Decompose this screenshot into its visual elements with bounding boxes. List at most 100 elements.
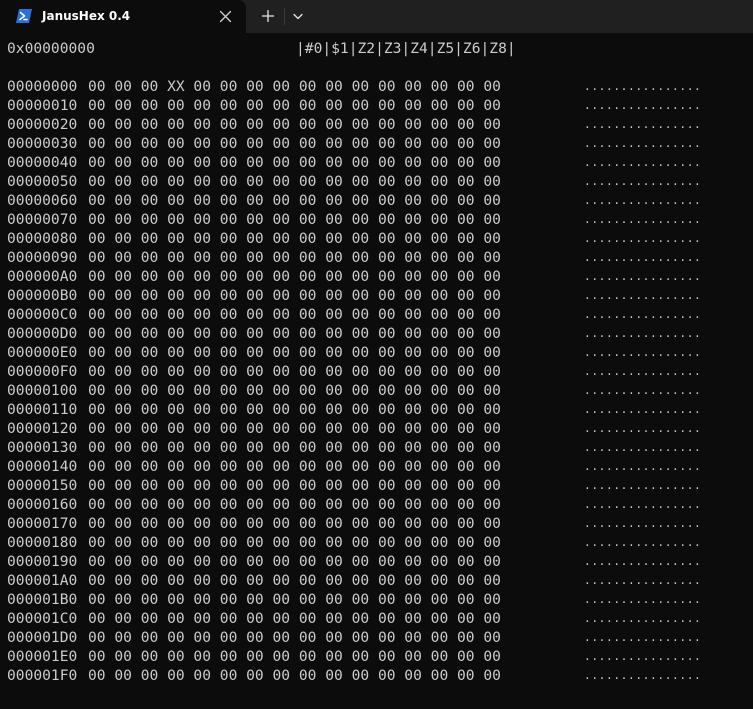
hex-row[interactable]: 000001B0 00 00 00 00 00 00 00 00 00 00 00…	[0, 590, 753, 609]
row-address: 000000E0	[7, 344, 78, 361]
row-bytes[interactable]: 00 00 00 00 00 00 00 00 00 00 00 00 00 0…	[88, 191, 501, 210]
hex-row[interactable]: 00000040 00 00 00 00 00 00 00 00 00 00 00…	[0, 153, 753, 172]
row-ascii: ................	[584, 422, 702, 435]
row-address: 00000010	[7, 97, 78, 114]
hex-row[interactable]: 00000150 00 00 00 00 00 00 00 00 00 00 00…	[0, 476, 753, 495]
row-bytes[interactable]: 00 00 00 00 00 00 00 00 00 00 00 00 00 0…	[88, 248, 501, 267]
hex-row[interactable]: 00000120 00 00 00 00 00 00 00 00 00 00 00…	[0, 419, 753, 438]
tab-title: JanusHex 0.4	[42, 9, 131, 23]
hex-row[interactable]: 00000090 00 00 00 00 00 00 00 00 00 00 00…	[0, 248, 753, 267]
row-bytes[interactable]: 00 00 00 00 00 00 00 00 00 00 00 00 00 0…	[88, 115, 501, 134]
row-address: 000001B0	[7, 591, 78, 608]
hex-row[interactable]: 000000D0 00 00 00 00 00 00 00 00 00 00 00…	[0, 324, 753, 343]
row-bytes[interactable]: 00 00 00 00 00 00 00 00 00 00 00 00 00 0…	[88, 666, 501, 685]
row-bytes[interactable]: 00 00 00 00 00 00 00 00 00 00 00 00 00 0…	[88, 457, 501, 476]
row-address: 00000140	[7, 458, 78, 475]
hex-dump[interactable]: 00000000 00 00 00 XX 00 00 00 00 00 00 00…	[0, 77, 753, 685]
row-bytes[interactable]: 00 00 00 00 00 00 00 00 00 00 00 00 00 0…	[88, 210, 501, 229]
hex-row[interactable]: 000000F0 00 00 00 00 00 00 00 00 00 00 00…	[0, 362, 753, 381]
row-bytes[interactable]: 00 00 00 00 00 00 00 00 00 00 00 00 00 0…	[88, 476, 501, 495]
hex-row[interactable]: 000001D0 00 00 00 00 00 00 00 00 00 00 00…	[0, 628, 753, 647]
row-bytes[interactable]: 00 00 00 00 00 00 00 00 00 00 00 00 00 0…	[88, 438, 501, 457]
hex-row[interactable]: 00000170 00 00 00 00 00 00 00 00 00 00 00…	[0, 514, 753, 533]
row-bytes[interactable]: 00 00 00 00 00 00 00 00 00 00 00 00 00 0…	[88, 153, 501, 172]
hex-row[interactable]: 000001F0 00 00 00 00 00 00 00 00 00 00 00…	[0, 666, 753, 685]
row-bytes[interactable]: 00 00 00 00 00 00 00 00 00 00 00 00 00 0…	[88, 134, 501, 153]
row-bytes[interactable]: 00 00 00 00 00 00 00 00 00 00 00 00 00 0…	[88, 609, 501, 628]
hex-row[interactable]: 00000030 00 00 00 00 00 00 00 00 00 00 00…	[0, 134, 753, 153]
row-ascii: ................	[584, 251, 702, 264]
hex-row[interactable]: 00000180 00 00 00 00 00 00 00 00 00 00 00…	[0, 533, 753, 552]
row-ascii: ................	[584, 517, 702, 530]
row-address: 00000100	[7, 382, 78, 399]
mode-selector: |#0|$1|Z2|Z3|Z4|Z5|Z6|Z8|	[296, 40, 516, 57]
row-ascii: ................	[584, 479, 702, 492]
row-ascii: ................	[584, 80, 702, 93]
row-address: 00000020	[7, 116, 78, 133]
tab-bar: JanusHex 0.4	[0, 0, 753, 33]
hex-row[interactable]: 00000080 00 00 00 00 00 00 00 00 00 00 00…	[0, 229, 753, 248]
row-address: 00000160	[7, 496, 78, 513]
terminal-content[interactable]: 0x00000000 |#0|$1|Z2|Z3|Z4|Z5|Z6|Z8| 000…	[0, 33, 753, 709]
row-ascii: ................	[584, 612, 702, 625]
row-bytes[interactable]: 00 00 00 00 00 00 00 00 00 00 00 00 00 0…	[88, 172, 501, 191]
row-bytes[interactable]: 00 00 00 00 00 00 00 00 00 00 00 00 00 0…	[88, 590, 501, 609]
row-bytes[interactable]: 00 00 00 00 00 00 00 00 00 00 00 00 00 0…	[88, 343, 501, 362]
hex-row[interactable]: 000000B0 00 00 00 00 00 00 00 00 00 00 00…	[0, 286, 753, 305]
hex-row[interactable]: 000001E0 00 00 00 00 00 00 00 00 00 00 00…	[0, 647, 753, 666]
tab-janushex[interactable]: JanusHex 0.4	[0, 0, 246, 33]
hex-row[interactable]: 00000060 00 00 00 00 00 00 00 00 00 00 00…	[0, 191, 753, 210]
hex-row[interactable]: 00000020 00 00 00 00 00 00 00 00 00 00 00…	[0, 115, 753, 134]
hex-row[interactable]: 000001A0 00 00 00 00 00 00 00 00 00 00 00…	[0, 571, 753, 590]
row-bytes[interactable]: 00 00 00 00 00 00 00 00 00 00 00 00 00 0…	[88, 381, 501, 400]
row-address: 00000110	[7, 401, 78, 418]
row-bytes[interactable]: 00 00 00 00 00 00 00 00 00 00 00 00 00 0…	[88, 324, 501, 343]
hex-row[interactable]: 00000070 00 00 00 00 00 00 00 00 00 00 00…	[0, 210, 753, 229]
hex-row[interactable]: 000000A0 00 00 00 00 00 00 00 00 00 00 00…	[0, 267, 753, 286]
row-bytes[interactable]: 00 00 00 00 00 00 00 00 00 00 00 00 00 0…	[88, 495, 501, 514]
hex-row[interactable]: 00000050 00 00 00 00 00 00 00 00 00 00 00…	[0, 172, 753, 191]
row-address: 000000B0	[7, 287, 78, 304]
row-bytes[interactable]: 00 00 00 00 00 00 00 00 00 00 00 00 00 0…	[88, 571, 501, 590]
hex-row[interactable]: 00000100 00 00 00 00 00 00 00 00 00 00 00…	[0, 381, 753, 400]
hex-row[interactable]: 00000110 00 00 00 00 00 00 00 00 00 00 00…	[0, 400, 753, 419]
row-bytes[interactable]: 00 00 00 00 00 00 00 00 00 00 00 00 00 0…	[88, 305, 501, 324]
hex-row[interactable]: 00000010 00 00 00 00 00 00 00 00 00 00 00…	[0, 96, 753, 115]
hex-row[interactable]: 00000000 00 00 00 XX 00 00 00 00 00 00 00…	[0, 77, 753, 96]
row-address: 00000060	[7, 192, 78, 209]
row-bytes[interactable]: 00 00 00 XX 00 00 00 00 00 00 00 00 00 0…	[88, 77, 501, 96]
hex-row[interactable]: 00000140 00 00 00 00 00 00 00 00 00 00 00…	[0, 457, 753, 476]
plus-icon[interactable]	[256, 4, 280, 28]
row-bytes[interactable]: 00 00 00 00 00 00 00 00 00 00 00 00 00 0…	[88, 647, 501, 666]
hex-row[interactable]: 00000130 00 00 00 00 00 00 00 00 00 00 00…	[0, 438, 753, 457]
hex-row[interactable]: 00000190 00 00 00 00 00 00 00 00 00 00 00…	[0, 552, 753, 571]
row-bytes[interactable]: 00 00 00 00 00 00 00 00 00 00 00 00 00 0…	[88, 96, 501, 115]
row-bytes[interactable]: 00 00 00 00 00 00 00 00 00 00 00 00 00 0…	[88, 419, 501, 438]
row-bytes[interactable]: 00 00 00 00 00 00 00 00 00 00 00 00 00 0…	[88, 514, 501, 533]
row-ascii: ................	[584, 118, 702, 131]
hex-row[interactable]: 000000E0 00 00 00 00 00 00 00 00 00 00 00…	[0, 343, 753, 362]
row-ascii: ................	[584, 289, 702, 302]
row-ascii: ................	[584, 99, 702, 112]
hex-row[interactable]: 000000C0 00 00 00 00 00 00 00 00 00 00 00…	[0, 305, 753, 324]
row-address: 00000170	[7, 515, 78, 532]
hex-row[interactable]: 000001C0 00 00 00 00 00 00 00 00 00 00 00…	[0, 609, 753, 628]
row-bytes[interactable]: 00 00 00 00 00 00 00 00 00 00 00 00 00 0…	[88, 552, 501, 571]
row-bytes[interactable]: 00 00 00 00 00 00 00 00 00 00 00 00 00 0…	[88, 286, 501, 305]
row-ascii: ................	[584, 232, 702, 245]
hex-row[interactable]: 00000160 00 00 00 00 00 00 00 00 00 00 00…	[0, 495, 753, 514]
row-ascii: ................	[584, 270, 702, 283]
row-bytes[interactable]: 00 00 00 00 00 00 00 00 00 00 00 00 00 0…	[88, 533, 501, 552]
row-bytes[interactable]: 00 00 00 00 00 00 00 00 00 00 00 00 00 0…	[88, 267, 501, 286]
row-bytes[interactable]: 00 00 00 00 00 00 00 00 00 00 00 00 00 0…	[88, 229, 501, 248]
row-ascii: ................	[584, 213, 702, 226]
row-bytes[interactable]: 00 00 00 00 00 00 00 00 00 00 00 00 00 0…	[88, 628, 501, 647]
row-bytes[interactable]: 00 00 00 00 00 00 00 00 00 00 00 00 00 0…	[88, 400, 501, 419]
powershell-icon	[16, 9, 32, 23]
chevron-down-icon[interactable]	[287, 4, 309, 28]
close-icon[interactable]	[215, 6, 236, 27]
row-ascii: ................	[584, 137, 702, 150]
row-bytes[interactable]: 00 00 00 00 00 00 00 00 00 00 00 00 00 0…	[88, 362, 501, 381]
row-ascii: ................	[584, 574, 702, 587]
row-address: 000000D0	[7, 325, 78, 342]
